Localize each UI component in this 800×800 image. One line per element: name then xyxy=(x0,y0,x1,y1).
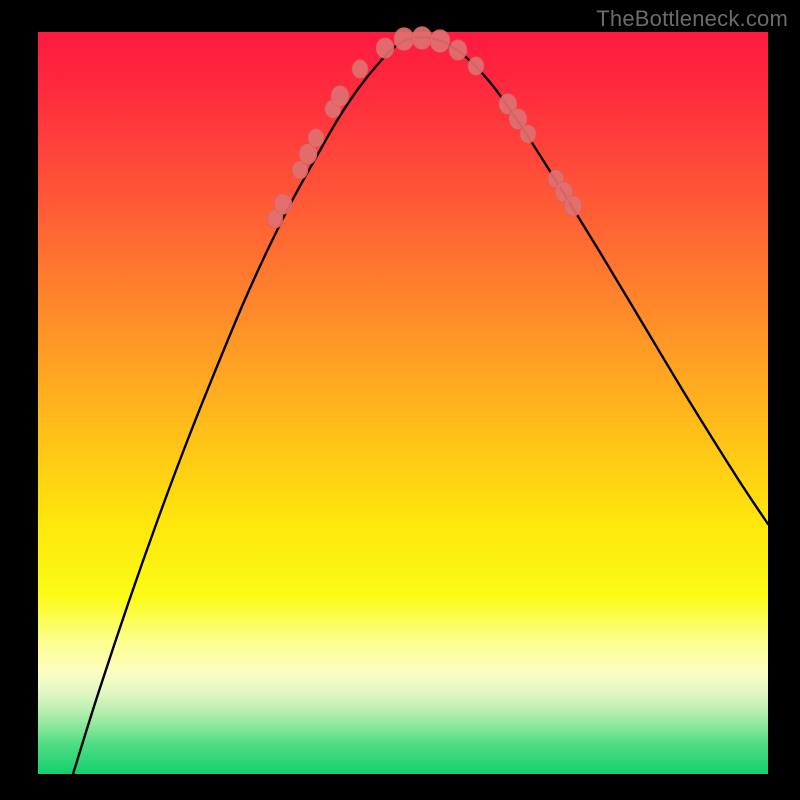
chart-frame: TheBottleneck.com xyxy=(0,0,800,800)
curve-marker xyxy=(394,28,414,51)
curve-marker xyxy=(564,196,582,217)
curve-marker xyxy=(520,125,536,143)
curve-marker xyxy=(331,86,349,107)
watermark-text: TheBottleneck.com xyxy=(596,6,788,32)
curve-marker xyxy=(430,30,450,53)
curve-marker xyxy=(274,194,292,215)
curve-markers xyxy=(267,27,582,229)
curve-marker xyxy=(308,129,324,147)
curve-marker xyxy=(449,40,467,61)
curve-marker xyxy=(376,38,394,59)
curve-marker xyxy=(412,27,432,50)
bottleneck-curve xyxy=(73,37,768,774)
curve-marker xyxy=(352,60,368,78)
curve-marker xyxy=(468,57,484,75)
plot-area xyxy=(38,32,768,774)
bottleneck-curve-svg xyxy=(38,32,768,774)
